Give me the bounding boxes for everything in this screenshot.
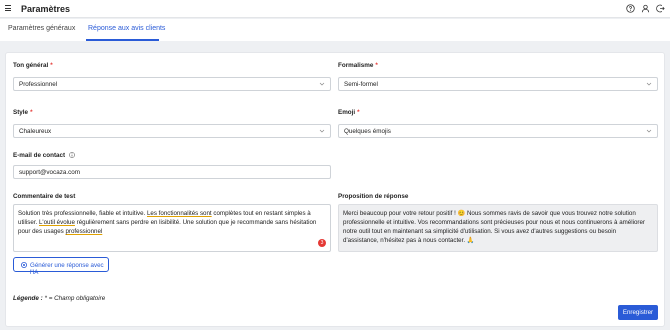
test-comment-text: Solution très professionnelle, fiable et…	[18, 210, 317, 235]
proposal-box: Merci beaucoup pour votre retour positif…	[338, 204, 658, 252]
proposal-text: Merci beaucoup pour votre retour positif…	[343, 210, 645, 244]
proposal-label: Proposition de réponse	[338, 193, 409, 200]
settings-card	[5, 52, 665, 327]
formality-value: Semi-formel	[344, 81, 378, 88]
spellcheck-badge[interactable]: 3	[318, 239, 326, 247]
style-select[interactable]: Chaleureux	[13, 124, 331, 138]
generate-ai-button[interactable]: Générer une réponse avec l'IA	[13, 257, 109, 276]
email-value: support@vocaza.com	[19, 169, 80, 176]
top-icons	[626, 4, 665, 13]
top-bar: Paramètres	[0, 0, 670, 18]
chevron-down-icon	[646, 128, 652, 134]
generate-ai-label: Générer une réponse avec l'IA	[30, 262, 104, 276]
chevron-down-icon	[319, 128, 325, 134]
save-label: Enregistrer	[622, 309, 654, 316]
info-icon[interactable]	[69, 152, 75, 160]
test-comment-label: Commentaire de test	[13, 193, 76, 200]
email-label: E-mail de contact	[13, 152, 75, 160]
test-comment-textarea[interactable]: Solution très professionnelle, fiable et…	[13, 204, 331, 252]
user-icon[interactable]	[641, 4, 650, 13]
logout-icon[interactable]	[656, 4, 665, 13]
tab-review-response[interactable]: Réponse aux avis clients	[88, 25, 165, 32]
chevron-down-icon	[646, 81, 652, 87]
save-button[interactable]: Enregistrer	[618, 305, 658, 320]
tab-bar: Paramètres généraux Réponse aux avis cli…	[0, 19, 670, 41]
tab-general-settings[interactable]: Paramètres généraux	[8, 25, 75, 32]
page-title: Paramètres	[21, 4, 71, 14]
emoji-label: Emoji *	[338, 109, 360, 116]
email-field[interactable]: support@vocaza.com	[13, 165, 331, 179]
tone-select[interactable]: Professionnel	[13, 77, 331, 91]
formality-select[interactable]: Semi-formel	[338, 77, 658, 91]
formality-label: Formalisme *	[338, 62, 378, 69]
emoji-value: Quelques émojis	[344, 128, 391, 135]
legend-text: * = Champ obligatoire	[42, 295, 106, 302]
legend-label: Légende :	[13, 295, 43, 302]
emoji-select[interactable]: Quelques émojis	[338, 124, 658, 138]
style-label: Style *	[13, 109, 33, 116]
sparkle-icon	[20, 261, 28, 269]
help-icon[interactable]	[626, 4, 635, 13]
chevron-down-icon	[319, 81, 325, 87]
style-value: Chaleureux	[19, 128, 52, 135]
tone-value: Professionnel	[19, 81, 58, 88]
active-tab-indicator	[86, 39, 159, 41]
tone-label: Ton général *	[13, 62, 53, 69]
menu-icon[interactable]	[5, 5, 11, 11]
legend: Légende : * = Champ obligatoire	[13, 295, 105, 302]
